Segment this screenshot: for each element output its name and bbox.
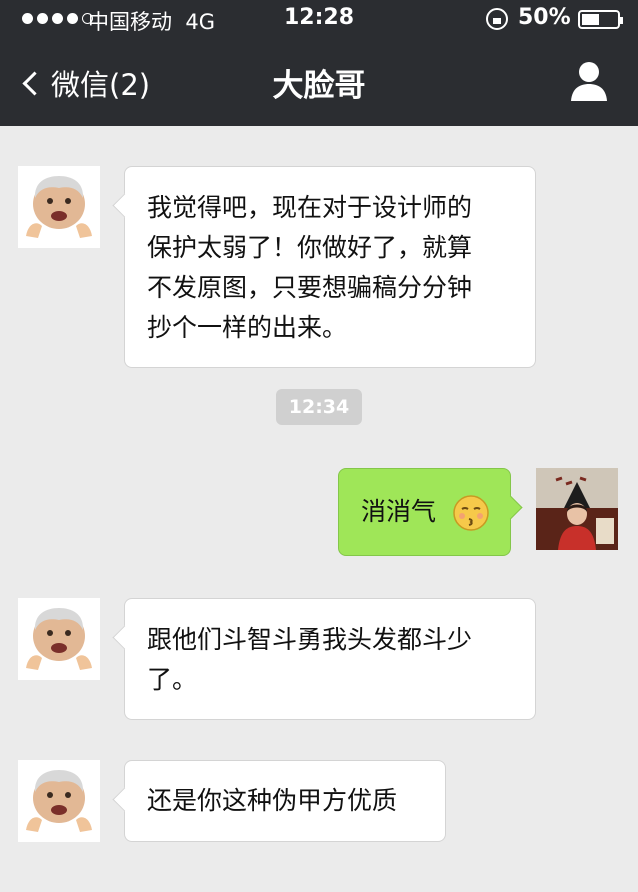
message-bubble-outgoing[interactable]: 消消气 <box>338 468 511 556</box>
battery-level-fill <box>582 14 599 25</box>
message-text-line: 跟他们斗智斗勇我头发都斗少 <box>147 625 473 654</box>
message-text-line: 了。 <box>147 665 198 694</box>
message-bubble-incoming[interactable]: 还是你这种伪甲方优质 <box>124 760 446 842</box>
battery-percentage: 50% <box>518 5 571 30</box>
contact-avatar[interactable] <box>18 166 100 248</box>
old-man-emoji-icon <box>18 760 100 842</box>
kissing-face-emoji-icon <box>453 495 489 531</box>
message-text-line: 保护太弱了！你做好了，就算 <box>147 233 473 262</box>
message-text-line: 不发原图，只要想骗稿分分钟 <box>147 273 473 302</box>
battery-icon <box>578 10 623 29</box>
user-photo-icon <box>536 468 618 550</box>
message-text: 消消气 <box>361 497 437 526</box>
rotation-lock-icon <box>486 8 508 30</box>
status-bar: 中国移动 4G 12:28 50% <box>0 0 638 38</box>
contact-avatar[interactable] <box>18 760 100 842</box>
nav-bar: 微信(2) 大脸哥 <box>0 38 638 126</box>
chat-timestamp: 12:34 <box>276 389 362 425</box>
chat-title: 大脸哥 <box>272 68 366 104</box>
profile-icon[interactable] <box>570 60 608 102</box>
top-bar: 中国移动 4G 12:28 50% 微信(2) 大脸哥 <box>0 0 638 126</box>
message-text: 还是你这种伪甲方优质 <box>147 786 398 815</box>
message-text-line: 我觉得吧，现在对于设计师的 <box>147 193 473 222</box>
message-bubble-incoming[interactable]: 我觉得吧，现在对于设计师的 保护太弱了！你做好了，就算 不发原图，只要想骗稿分分… <box>124 166 536 368</box>
message-bubble-incoming[interactable]: 跟他们斗智斗勇我头发都斗少 了。 <box>124 598 536 720</box>
contact-avatar[interactable] <box>18 598 100 680</box>
message-text-line: 抄个一样的出来。 <box>147 313 348 342</box>
old-man-emoji-icon <box>18 598 100 680</box>
old-man-emoji-icon <box>18 166 100 248</box>
my-avatar[interactable] <box>536 468 618 550</box>
